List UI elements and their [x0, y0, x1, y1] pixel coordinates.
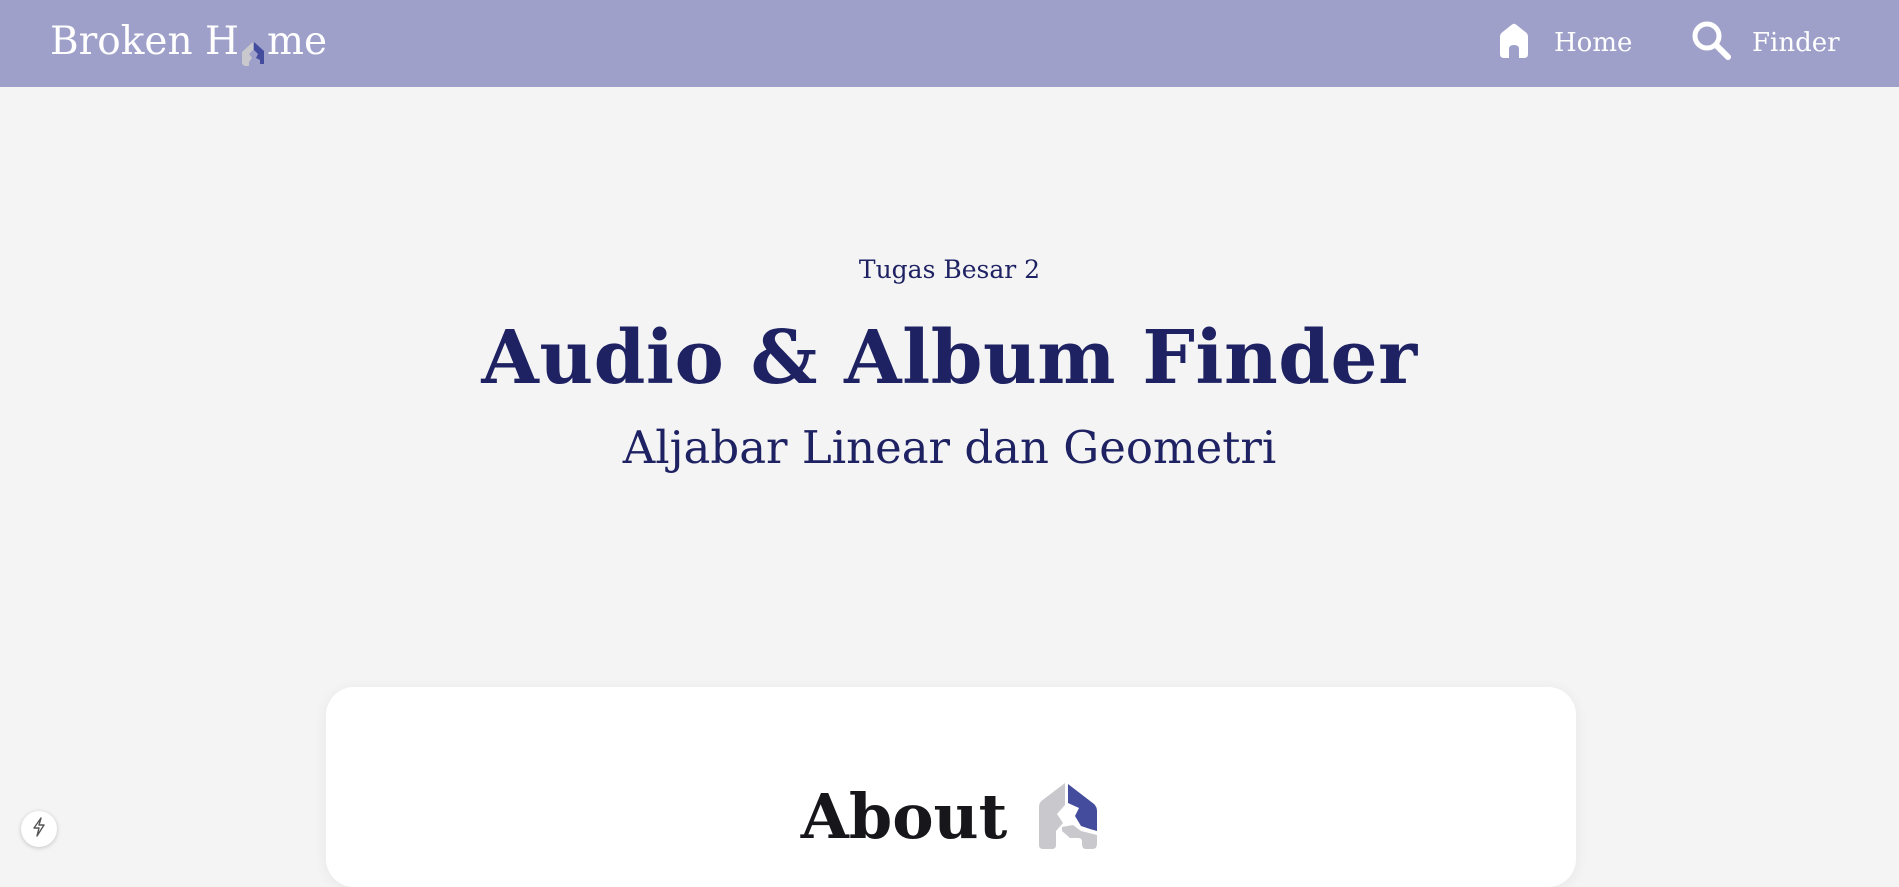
- about-title: About: [800, 780, 1008, 853]
- nav-home-label: Home: [1554, 28, 1633, 58]
- brand-text-suffix: me: [267, 19, 328, 64]
- hero-subtitle: Aljabar Linear dan Geometri: [622, 421, 1277, 474]
- broken-house-icon: [1035, 781, 1101, 849]
- about-heading-row: About: [326, 782, 1576, 852]
- hero-title: Audio & Album Finder: [481, 315, 1418, 401]
- floating-action-button[interactable]: [21, 811, 57, 847]
- brand-logo[interactable]: Broken H me: [50, 17, 327, 67]
- nav-finder-label: Finder: [1752, 28, 1840, 58]
- nav-home-link[interactable]: Home: [1494, 18, 1632, 68]
- hero-kicker: Tugas Besar 2: [858, 255, 1041, 284]
- lightning-bolt-icon: [30, 817, 48, 841]
- broken-house-icon: [239, 31, 267, 66]
- brand-text-prefix: Broken H: [50, 19, 240, 64]
- top-navbar: Broken H me Home Finder: [0, 0, 1899, 87]
- about-card: About: [326, 687, 1576, 887]
- magnifier-icon: [1690, 19, 1732, 68]
- house-icon: [1494, 20, 1534, 67]
- nav-finder-link[interactable]: Finder: [1690, 18, 1840, 68]
